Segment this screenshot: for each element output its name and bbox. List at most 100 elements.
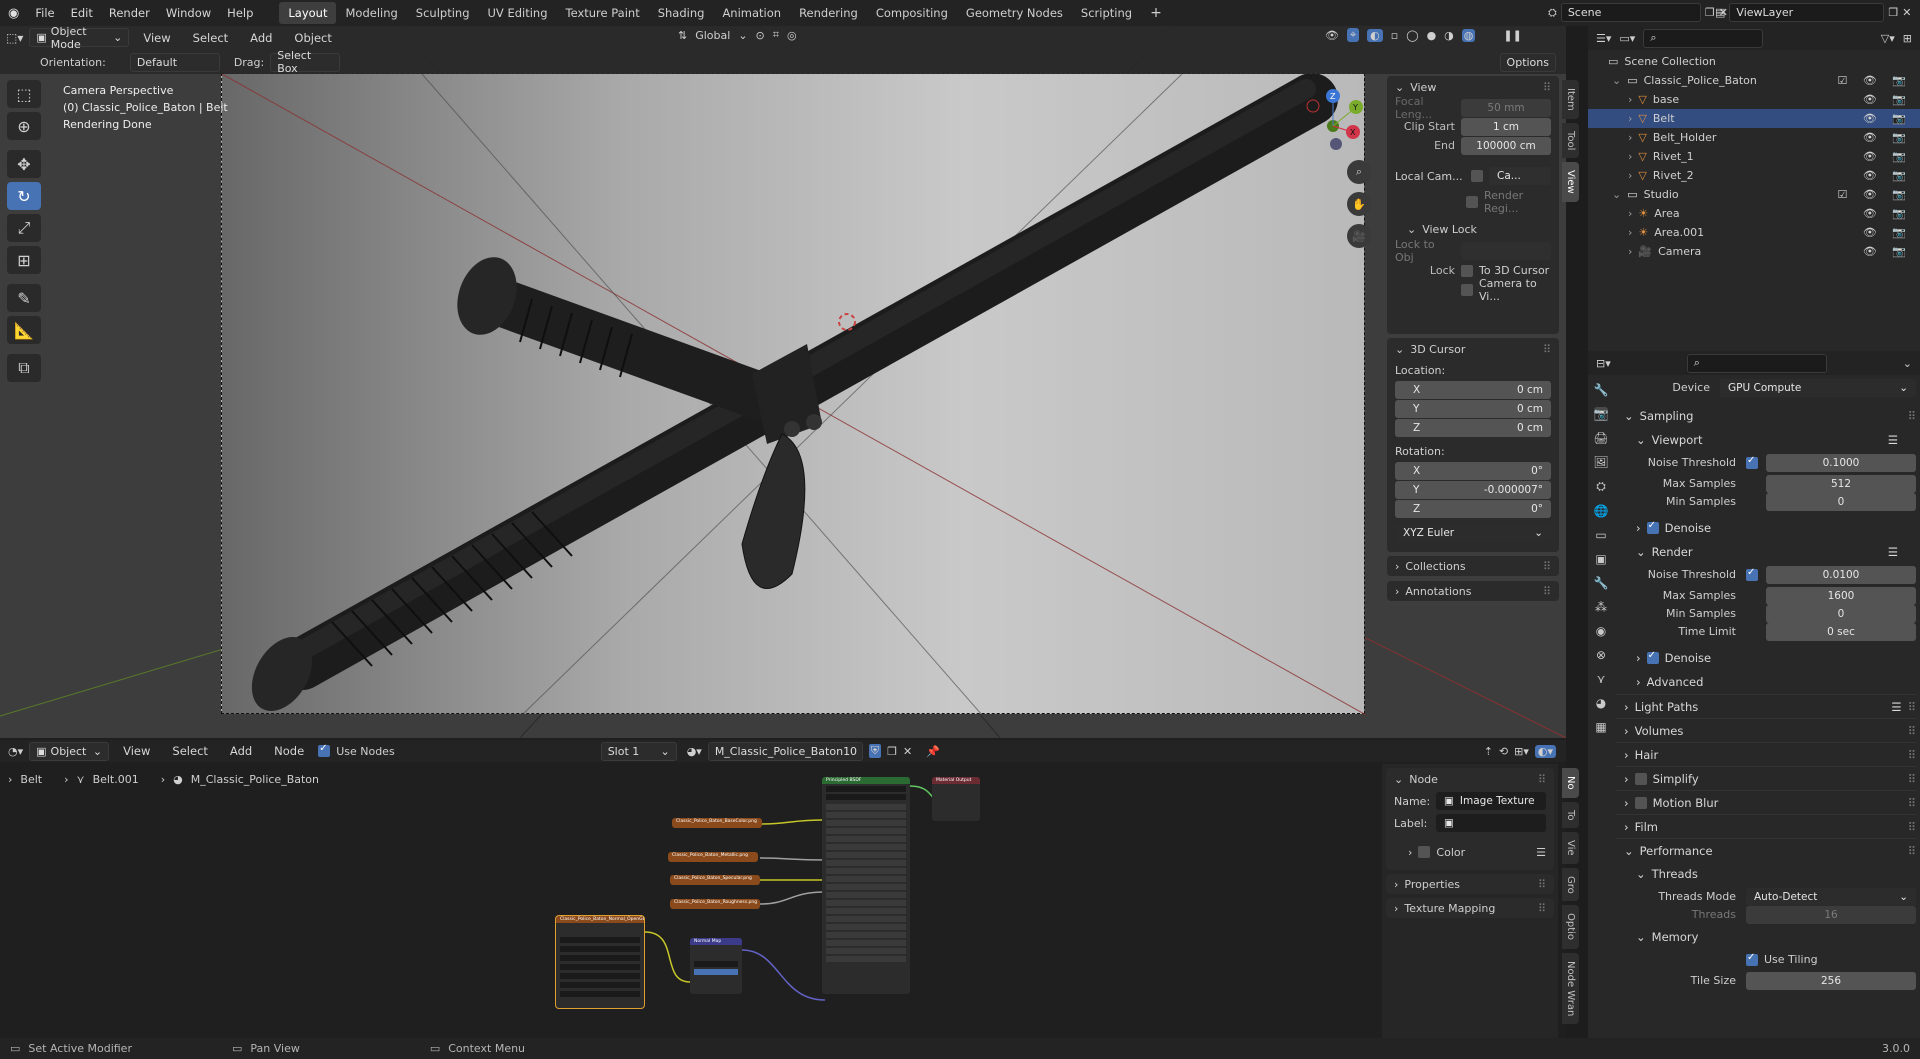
blender-logo-icon[interactable]: ◉ (0, 6, 27, 21)
image-texture-specular-node[interactable]: Classic_Police_Baton_Specular.png (670, 875, 760, 885)
filter-icon[interactable]: ▽▾ (1881, 32, 1895, 45)
outliner-search-input[interactable]: ⌕ (1643, 28, 1764, 48)
vp-max-samples-field[interactable]: 512 (1766, 474, 1916, 493)
expand-icon[interactable]: ⌄ (1612, 188, 1621, 201)
simplify-section[interactable]: › Simplify ⠿ (1616, 766, 1916, 790)
pivot-icon[interactable]: ⊙ (756, 29, 765, 42)
viewlayer-field[interactable]: ViewLayer (1729, 3, 1885, 22)
options-dropdown[interactable]: Options (1499, 52, 1556, 72)
breadcrumb-mesh[interactable]: Belt.001 (93, 773, 139, 786)
expand-icon[interactable]: › (1628, 93, 1632, 106)
outliner-item-area[interactable]: › ☀ Area 👁 📷 (1588, 204, 1920, 223)
outliner-item-studio[interactable]: ⌄ ▭ Studio ☑ 👁 📷 (1588, 185, 1920, 204)
visibility-icon[interactable]: 👁 📷 (1863, 150, 1912, 163)
tab-group[interactable]: Gro (1562, 867, 1579, 902)
expand-icon[interactable]: › (1628, 169, 1632, 182)
particles-icon[interactable]: ⁂ (1595, 600, 1607, 614)
normal-map-node[interactable]: Normal Map (690, 938, 742, 994)
parent-node-icon[interactable]: ⇡ (1484, 745, 1493, 758)
lock-to-cursor-checkbox[interactable] (1461, 264, 1473, 277)
scale-icon[interactable]: ⤢ (7, 214, 41, 242)
viewport-menu-select[interactable]: Select (185, 31, 236, 45)
tab-item[interactable]: Item (1562, 80, 1579, 119)
add-cube-icon[interactable]: ⧉ (7, 354, 41, 382)
pan-hand-icon[interactable]: ✋ (1347, 192, 1371, 216)
node-menu-view[interactable]: View (115, 744, 158, 758)
tab-options[interactable]: Optio (1562, 905, 1579, 949)
view-layer-icon[interactable]: 🖼 (1593, 455, 1608, 469)
editor-type-icon[interactable]: ◔▾ (8, 745, 23, 758)
render-denoise-subsection[interactable]: ›Denoise (1616, 646, 1916, 670)
modifier-icon[interactable]: 🔧 (1594, 576, 1609, 590)
render-denoise-checkbox[interactable] (1646, 650, 1659, 664)
menu-window[interactable]: Window (158, 6, 219, 20)
output-icon[interactable]: 🖨 (1593, 431, 1608, 445)
copy-icon[interactable]: ❐ (1888, 6, 1898, 19)
display-mode-icon[interactable]: ▭▾ (1619, 32, 1635, 45)
tab-geometry-nodes[interactable]: Geometry Nodes (957, 2, 1072, 24)
film-section[interactable]: › Film ⠿ (1616, 814, 1916, 838)
menu-render[interactable]: Render (101, 6, 158, 20)
tab-shading[interactable]: Shading (649, 2, 714, 24)
tab-node[interactable]: No (1562, 768, 1579, 798)
visibility-icon[interactable]: ☑ 👁 📷 (1837, 188, 1912, 201)
tab-scripting[interactable]: Scripting (1072, 2, 1141, 24)
tab-sculpting[interactable]: Sculpting (407, 2, 479, 24)
wireframe-shading-icon[interactable]: ◯ (1406, 29, 1418, 42)
texture-icon[interactable]: ▦ (1595, 720, 1606, 734)
visibility-icon[interactable]: 👁 📷 (1863, 93, 1912, 106)
vp-denoise-subsection[interactable]: ›Denoise (1616, 516, 1916, 540)
image-texture-normal-node[interactable]: Classic_Police_Baton_Normal_OpenGL.png (555, 915, 645, 1009)
annotate-icon[interactable]: ✎ (7, 284, 41, 312)
close-icon[interactable]: ✕ (1902, 6, 1911, 19)
viewport-menu-object[interactable]: Object (286, 31, 339, 45)
annotations-panel[interactable]: › Annotations ⠿ (1387, 581, 1559, 601)
drag-dropdown[interactable]: Select Box (270, 49, 341, 75)
collection-icon[interactable]: ▭ (1595, 528, 1606, 542)
editor-type-icon[interactable]: ☰▾ (1596, 32, 1611, 45)
visibility-icon[interactable]: 👁 📷 (1863, 207, 1912, 220)
viewport-subsection[interactable]: ⌄ Viewport ☰ (1616, 428, 1916, 452)
cursor-rotation-y[interactable]: Y -0.000007° (1395, 481, 1551, 499)
copy-icon[interactable]: ❐ (1705, 6, 1715, 19)
breadcrumb-object[interactable]: Belt (20, 773, 42, 786)
pause-icon[interactable]: ❚❚ (1503, 29, 1521, 42)
scene-icon[interactable]: ⛭ (1596, 479, 1606, 494)
expand-icon[interactable]: › (1628, 112, 1632, 125)
threads-field[interactable]: 16 (1746, 905, 1916, 924)
image-texture-metallic-node[interactable]: Classic_Police_Baton_Metallic.png (668, 852, 758, 862)
cursor-icon[interactable]: ⊕ (7, 112, 41, 140)
menu-file[interactable]: File (27, 6, 62, 20)
lock-object-field[interactable] (1461, 242, 1551, 260)
fake-user-icon[interactable]: ⛨ (868, 744, 882, 758)
transform-icon[interactable]: ⊞ (7, 246, 41, 274)
tab-view[interactable]: Vie (1562, 832, 1579, 864)
navigation-gizmo[interactable]: Z Y X (1300, 84, 1370, 154)
zoom-icon[interactable]: ⌕ (1347, 160, 1371, 184)
visibility-icon[interactable]: 👁 📷 (1863, 131, 1912, 144)
data-icon[interactable]: ⋎ (1597, 672, 1606, 686)
snap-mode-icon[interactable]: ⊞▾ (1514, 745, 1529, 758)
tab-texture-paint[interactable]: Texture Paint (557, 2, 649, 24)
rotation-mode-dropdown[interactable]: XYZ Euler ⌄ (1395, 524, 1551, 542)
select-box-icon[interactable]: ⬚ (7, 80, 41, 108)
material-output-node[interactable]: Material Output (932, 777, 980, 821)
tile-size-field[interactable]: 256 (1746, 971, 1916, 990)
tab-animation[interactable]: Animation (713, 2, 790, 24)
measure-icon[interactable]: 📐 (7, 316, 41, 344)
threads-mode-dropdown[interactable]: Auto-Detect ⌄ (1746, 887, 1916, 906)
move-icon[interactable]: ✥ (7, 150, 41, 178)
expand-icon[interactable]: › (1628, 207, 1632, 220)
slot-dropdown[interactable]: Slot 1 ⌄ (600, 741, 677, 761)
proportional-icon[interactable]: ◎ (787, 29, 797, 42)
mode-dropdown[interactable]: ▣ Object Mode ⌄ (29, 25, 130, 51)
breadcrumb-material[interactable]: M_Classic_Police_Baton (191, 773, 319, 786)
gizmo-icon[interactable]: ⌖ (1346, 28, 1360, 42)
image-texture-roughness-node[interactable]: Classic_Police_Baton_Roughness.png (670, 899, 760, 909)
render-max-samples-field[interactable]: 1600 (1766, 586, 1916, 605)
cursor-rotation-x[interactable]: X 0° (1395, 462, 1551, 480)
tab-compositing[interactable]: Compositing (867, 2, 957, 24)
solid-shading-icon[interactable]: ● (1427, 29, 1437, 42)
memory-subsection[interactable]: ⌄ Memory (1616, 925, 1916, 949)
tab-node-wrangler[interactable]: Node Wran (1562, 952, 1579, 1024)
